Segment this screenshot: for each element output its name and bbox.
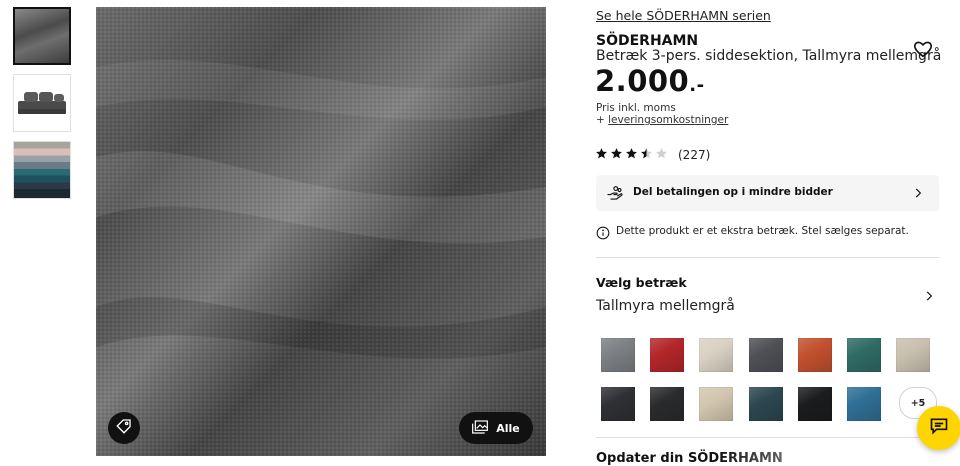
cover-swatch[interactable]	[797, 338, 832, 372]
divider	[596, 257, 939, 258]
series-link[interactable]: Se hele SÖDERHAMN serien	[596, 8, 771, 23]
split-payment-button[interactable]: Del betalingen op i mindre bidder	[596, 175, 939, 211]
split-payment-label: Del betalingen op i mindre bidder	[633, 186, 833, 198]
divider	[596, 437, 939, 438]
choose-cover-heading: Vælg betræk	[596, 275, 687, 290]
shipping-link[interactable]: leveringsomkostninger	[608, 114, 728, 126]
product-description: Betræk 3-pers. siddesektion, Tallmyra me…	[596, 48, 942, 64]
cover-swatch[interactable]	[847, 387, 881, 421]
hand-coins-icon	[606, 184, 624, 206]
info-icon	[596, 225, 610, 244]
tag-button[interactable]	[108, 412, 140, 444]
chevron-right-icon[interactable]	[922, 288, 936, 307]
cover-swatch[interactable]	[699, 387, 734, 421]
cover-swatch[interactable]	[650, 387, 685, 421]
chevron-right-icon	[911, 185, 925, 204]
review-count: (227)	[678, 147, 711, 162]
star-icon-3	[625, 145, 638, 164]
heart-icon	[912, 41, 934, 64]
shipping-info: + leveringsomkostninger	[596, 114, 728, 126]
sofa-illustration	[18, 92, 66, 114]
tag-icon	[115, 417, 133, 439]
star-icon-2	[610, 145, 623, 164]
star-icon-1	[595, 145, 608, 164]
cover-swatch[interactable]	[601, 338, 635, 372]
gallery-icon	[472, 419, 489, 437]
cover-swatch[interactable]	[601, 387, 635, 421]
cover-swatch[interactable]	[650, 338, 685, 372]
cover-swatch[interactable]	[748, 387, 783, 421]
thumbnail-fabric-closeup[interactable]	[13, 7, 71, 65]
favorite-button[interactable]	[912, 38, 934, 60]
price-suffix: .-	[689, 75, 705, 96]
cover-swatch[interactable]	[797, 387, 832, 421]
thumbnail-sofa-section[interactable]	[13, 74, 71, 132]
thumbnail-color-swatches[interactable]	[13, 141, 71, 199]
cover-swatch[interactable]	[896, 338, 931, 372]
price: 2.000.-	[595, 64, 705, 98]
cover-swatch[interactable]	[748, 338, 783, 372]
product-name: SÖDERHAMN	[596, 33, 699, 49]
cover-swatch[interactable]	[699, 338, 734, 372]
extra-cover-info: Dette produkt er et ekstra betræk. Stel …	[616, 225, 909, 237]
rating[interactable]: (227)	[595, 145, 710, 164]
chat-button[interactable]	[917, 406, 960, 450]
price-main: 2.000	[595, 64, 690, 98]
star-empty-icon	[655, 145, 668, 164]
show-all-images-button[interactable]: Alle	[459, 412, 533, 444]
star-half-icon	[640, 145, 653, 164]
show-all-label: Alle	[496, 421, 520, 435]
price-note: Pris inkl. moms	[596, 102, 676, 114]
shipping-prefix: +	[596, 114, 609, 126]
fabric-texture	[96, 7, 546, 456]
update-fade-overlay	[596, 446, 896, 462]
chat-icon	[929, 416, 949, 440]
cover-swatch[interactable]	[847, 338, 881, 372]
selected-cover-name: Tallmyra mellemgrå	[596, 298, 735, 314]
main-product-image: Alle	[96, 7, 546, 456]
